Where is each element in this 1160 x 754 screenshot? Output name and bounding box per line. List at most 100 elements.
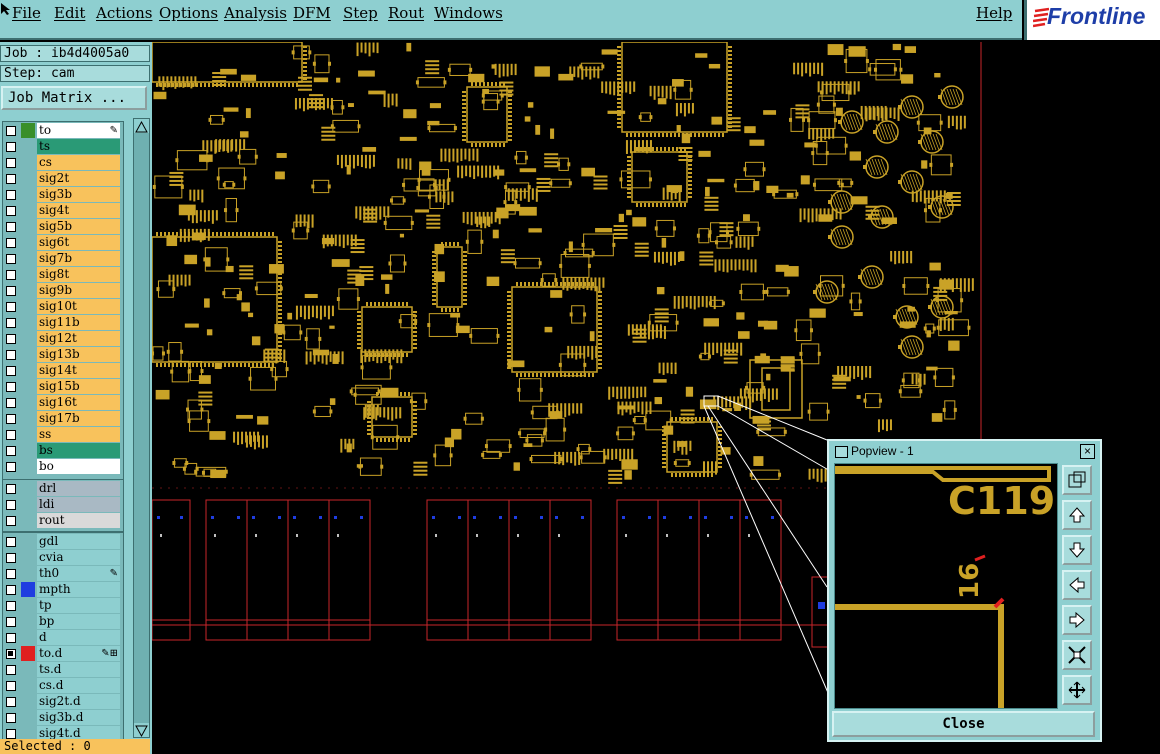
layer-row-bo[interactable]: bo <box>3 459 120 475</box>
layer-name[interactable]: bp <box>37 614 120 629</box>
menu-rout[interactable]: Rout <box>388 4 424 22</box>
layer-row-sig15b[interactable]: sig15b <box>3 379 120 395</box>
layer-row-sig3b-d[interactable]: sig3b.d <box>3 710 120 726</box>
layer-row-gdl[interactable]: gdl <box>3 534 120 550</box>
layer-checkbox[interactable] <box>6 398 16 408</box>
layer-checkbox[interactable] <box>6 174 16 184</box>
layer-checkbox[interactable] <box>6 697 16 707</box>
layer-row-sig14t[interactable]: sig14t <box>3 363 120 379</box>
layer-checkbox[interactable] <box>6 585 16 595</box>
close-icon[interactable]: × <box>1080 444 1095 459</box>
layer-name[interactable]: sig2t <box>37 171 120 186</box>
layer-row-sig12t[interactable]: sig12t <box>3 331 120 347</box>
menu-help[interactable]: Help <box>976 4 1012 22</box>
layer-name[interactable]: sig16t <box>37 395 120 410</box>
layer-name[interactable]: sig10t <box>37 299 120 314</box>
layer-checkbox[interactable] <box>6 713 16 723</box>
layer-row-sig7b[interactable]: sig7b <box>3 251 120 267</box>
layer-row-cvia[interactable]: cvia <box>3 550 120 566</box>
layer-name[interactable]: tp <box>37 598 120 613</box>
layer-row-cs[interactable]: cs <box>3 155 120 171</box>
layer-color-swatch[interactable] <box>21 123 35 138</box>
layer-checkbox[interactable] <box>6 617 16 627</box>
layer-row-ts[interactable]: ts <box>3 139 120 155</box>
layer-checkbox[interactable] <box>6 190 16 200</box>
layer-name[interactable]: sig8t <box>37 267 120 282</box>
layer-name[interactable]: d <box>37 630 120 645</box>
layer-row-to[interactable]: to ✎ <box>3 123 120 139</box>
layer-checkbox[interactable] <box>6 553 16 563</box>
layer-row-rout[interactable]: rout <box>3 513 120 529</box>
layer-checkbox[interactable] <box>6 537 16 547</box>
layer-row-sig3b[interactable]: sig3b <box>3 187 120 203</box>
layer-checkbox[interactable] <box>6 238 16 248</box>
layer-row-sig9b[interactable]: sig9b <box>3 283 120 299</box>
layer-checkbox[interactable] <box>6 665 16 675</box>
layer-row-sig4t[interactable]: sig4t <box>3 203 120 219</box>
layer-name[interactable]: sig11b <box>37 315 120 330</box>
layer-name[interactable]: sig4t <box>37 203 120 218</box>
layer-checkbox[interactable] <box>6 430 16 440</box>
layer-checkbox[interactable] <box>6 414 16 424</box>
layer-checkbox[interactable] <box>6 366 16 376</box>
layer-checkbox[interactable] <box>6 254 16 264</box>
menu-step[interactable]: Step <box>343 4 378 22</box>
layer-checkbox[interactable] <box>6 302 16 312</box>
layer-name[interactable]: ldi <box>37 497 120 512</box>
layer-name[interactable]: gdl <box>37 534 120 549</box>
layer-row-sig13b[interactable]: sig13b <box>3 347 120 363</box>
layer-row-sig10t[interactable]: sig10t <box>3 299 120 315</box>
layer-checkbox[interactable] <box>6 142 16 152</box>
layer-name[interactable]: cs <box>37 155 120 170</box>
layer-row-ldi[interactable]: ldi <box>3 497 120 513</box>
layer-row-to-d[interactable]: to.d ✎⊞ <box>3 646 120 662</box>
pan-left-button[interactable] <box>1062 570 1092 600</box>
layer-row-bp[interactable]: bp <box>3 614 120 630</box>
pan-up-button[interactable] <box>1062 500 1092 530</box>
layer-name[interactable]: sig7b <box>37 251 120 266</box>
layer-checkbox[interactable] <box>6 126 16 136</box>
layer-name[interactable]: bo <box>37 459 120 474</box>
menu-options[interactable]: Options <box>159 4 218 22</box>
layer-row-sig16t[interactable]: sig16t <box>3 395 120 411</box>
menu-dfm[interactable]: DFM <box>293 4 331 22</box>
layer-checkbox[interactable] <box>6 516 16 526</box>
layer-row-ts-d[interactable]: ts.d <box>3 662 120 678</box>
layer-row-d[interactable]: d <box>3 630 120 646</box>
layer-name[interactable]: sig14t <box>37 363 120 378</box>
menu-windows[interactable]: Windows <box>434 4 503 22</box>
layer-name[interactable]: mpth <box>37 582 120 597</box>
layer-name[interactable]: cs.d <box>37 678 120 693</box>
layer-row-sig2t[interactable]: sig2t <box>3 171 120 187</box>
menu-edit[interactable]: Edit <box>54 4 85 22</box>
layer-row-drl[interactable]: drl <box>3 481 120 497</box>
layer-color-swatch[interactable] <box>21 582 35 597</box>
layer-checkbox[interactable] <box>6 158 16 168</box>
layer-checkbox[interactable] <box>6 334 16 344</box>
layer-checkbox[interactable] <box>6 681 16 691</box>
window-menu-icon[interactable] <box>835 446 848 458</box>
layer-name[interactable]: sig6t <box>37 235 120 250</box>
layer-name[interactable]: to ✎ <box>37 123 120 138</box>
layer-row-sig2t-d[interactable]: sig2t.d <box>3 694 120 710</box>
menu-analysis[interactable]: Analysis <box>224 4 287 22</box>
scroll-down-icon[interactable] <box>134 723 149 738</box>
layer-checkbox[interactable] <box>6 350 16 360</box>
layer-row-sig11b[interactable]: sig11b <box>3 315 120 331</box>
layer-name[interactable]: to.d ✎⊞ <box>37 646 120 661</box>
zoom-out-button[interactable] <box>1062 675 1092 705</box>
layer-row-cs-d[interactable]: cs.d <box>3 678 120 694</box>
menu-file[interactable]: File <box>12 4 41 22</box>
layer-color-swatch[interactable] <box>21 646 35 661</box>
zoom-fit-button[interactable] <box>1062 465 1092 495</box>
layer-row-ss[interactable]: ss <box>3 427 120 443</box>
popview-close-button[interactable]: Close <box>832 711 1095 737</box>
layer-checkbox[interactable] <box>6 729 16 739</box>
layer-row-sig6t[interactable]: sig6t <box>3 235 120 251</box>
layer-name[interactable]: bs <box>37 443 120 458</box>
scroll-up-icon[interactable] <box>134 119 149 133</box>
layer-name[interactable]: sig2t.d <box>37 694 120 709</box>
layer-scrollbar[interactable] <box>133 118 150 738</box>
job-matrix-button[interactable]: Job Matrix ... <box>1 86 147 110</box>
layer-checkbox[interactable] <box>6 206 16 216</box>
